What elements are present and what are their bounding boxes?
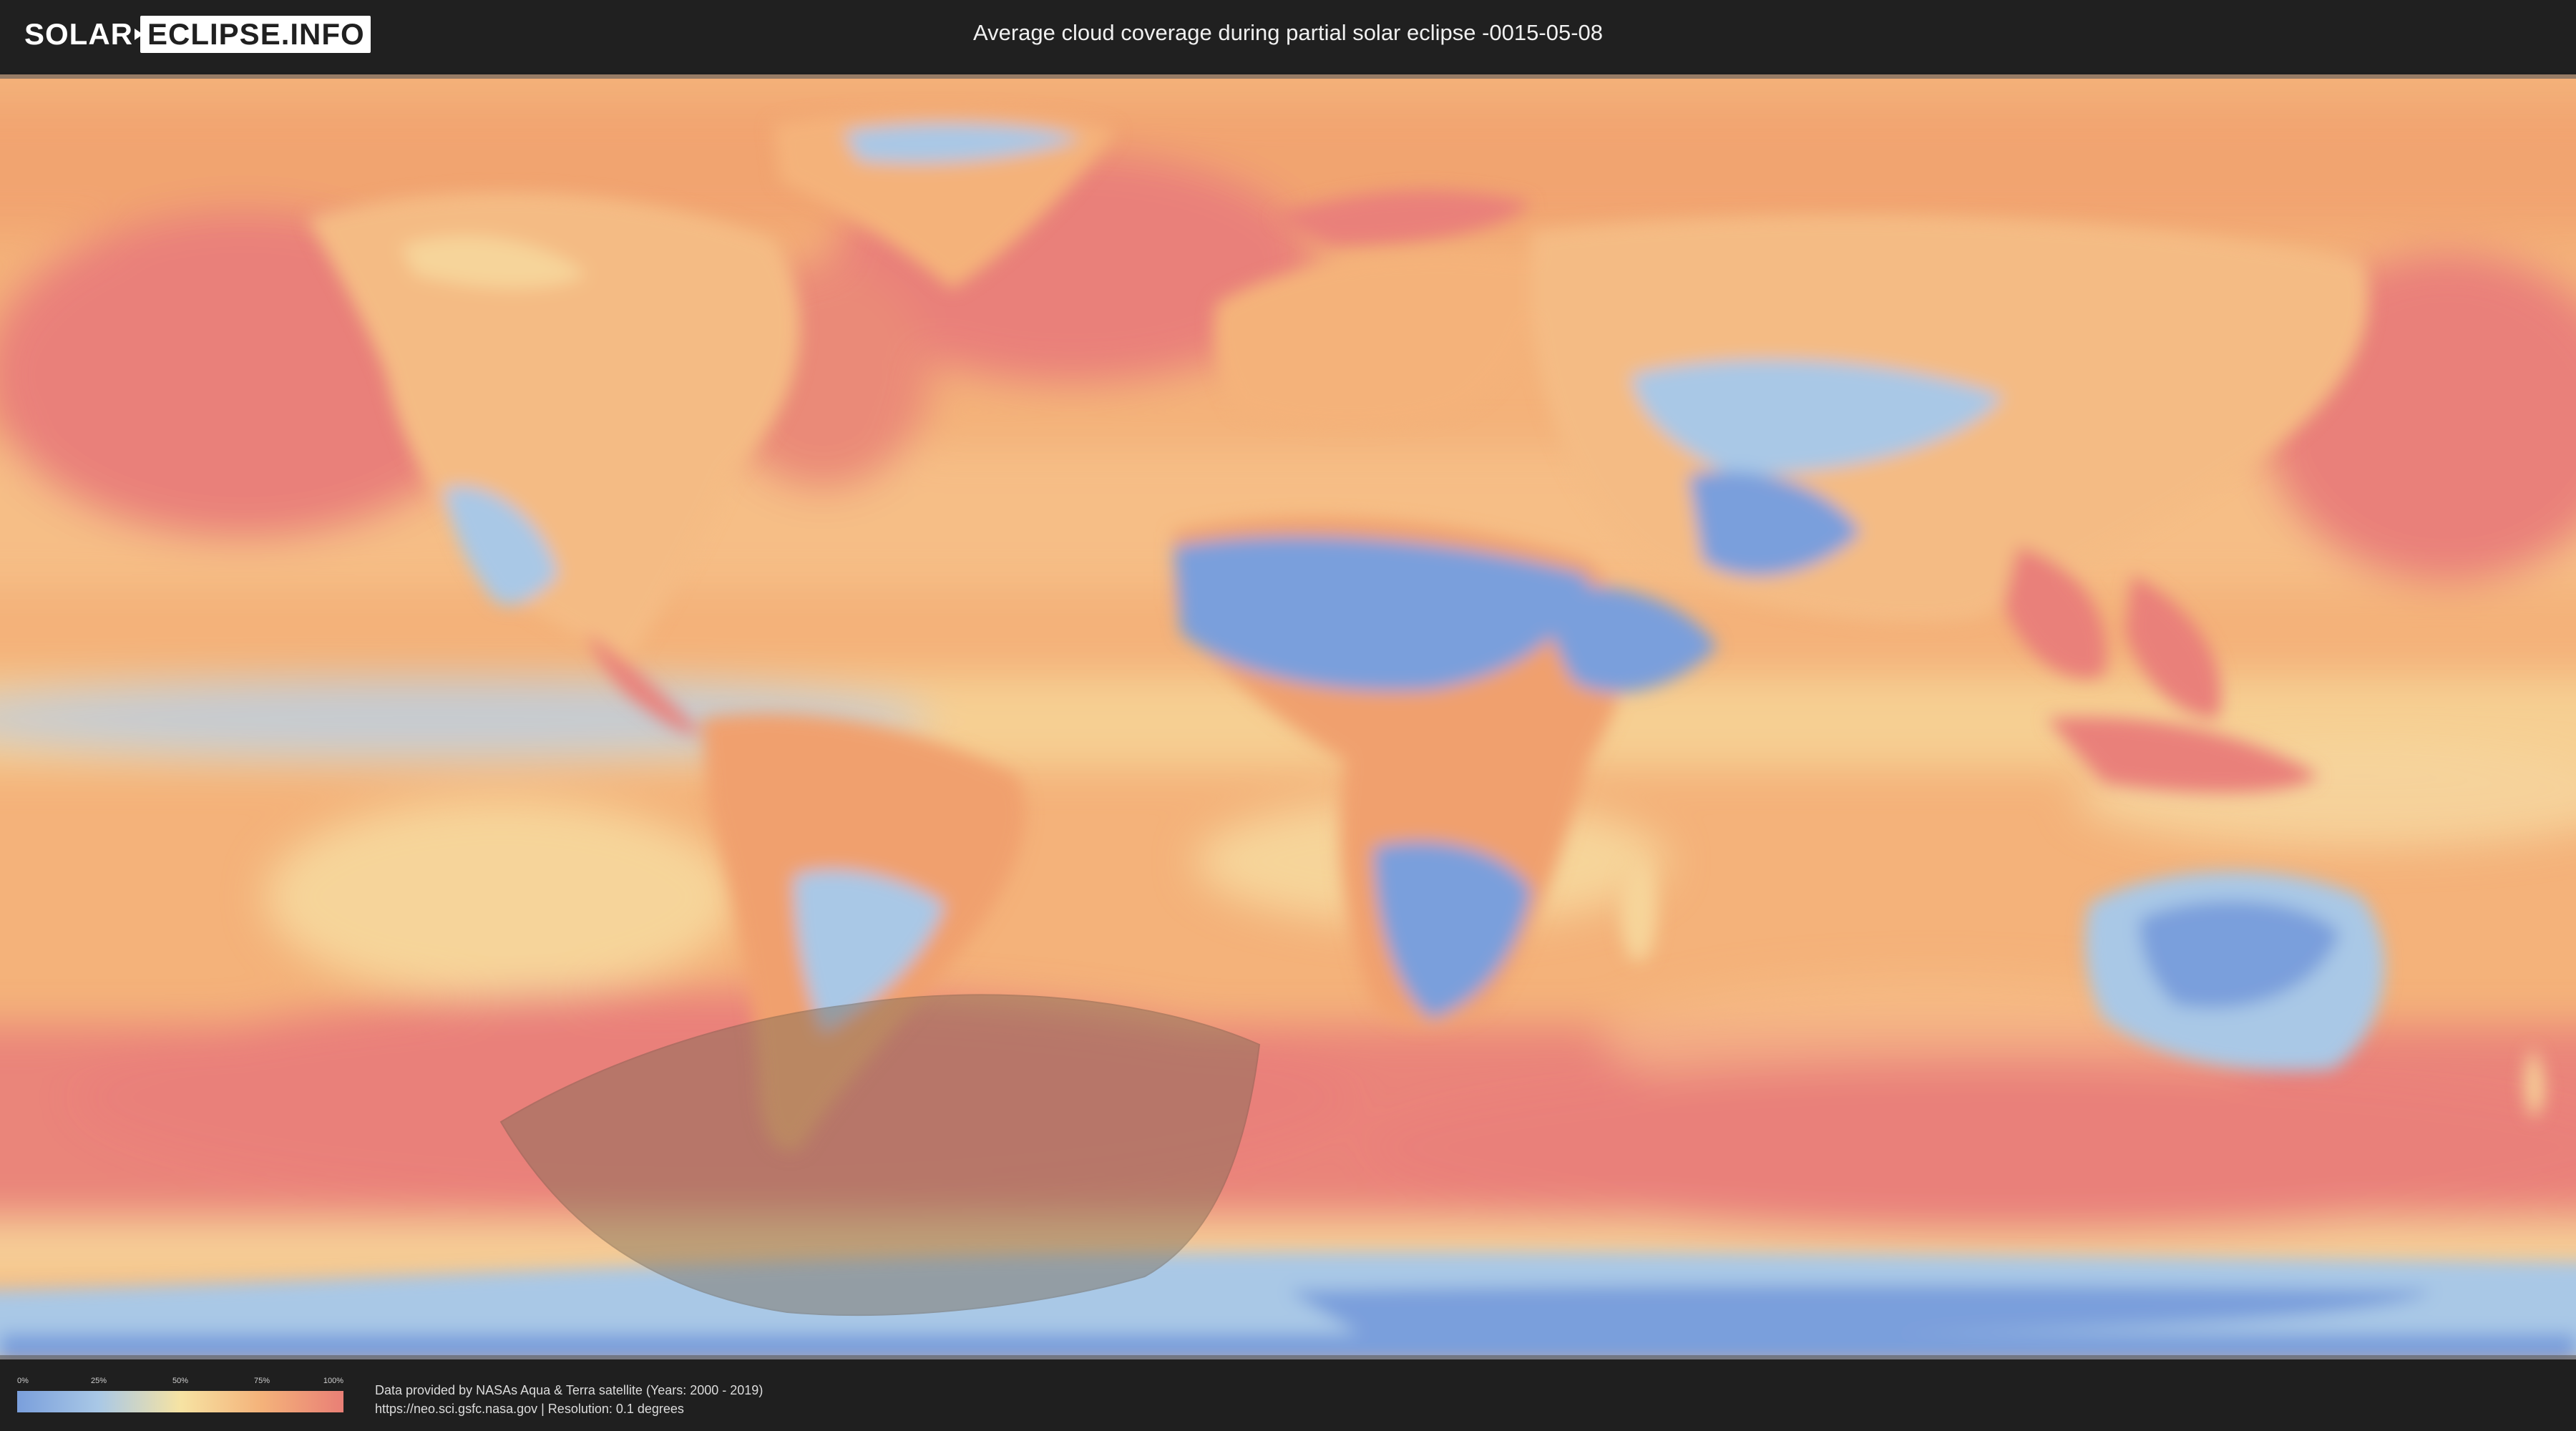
cloud-coverage-legend: 0% 25% 50% 75% 100% <box>17 1377 343 1412</box>
credits-line-url: https://neo.sci.gsfc.nasa.gov | Resoluti… <box>375 1402 684 1416</box>
header-bar: SOLAR ECLIPSE.INFO Average cloud coverag… <box>0 0 2576 72</box>
data-credits: Data provided by NASAs Aqua & Terra sate… <box>375 1381 763 1418</box>
cloud-coverage-map[interactable] <box>0 74 2576 1359</box>
world-map-icon <box>0 74 2576 1359</box>
footer-bar: 0% 25% 50% 75% 100% Data provided by NAS… <box>0 1359 2576 1431</box>
credits-line-source: Data provided by NASAs Aqua & Terra sate… <box>375 1383 763 1397</box>
legend-tick: 25% <box>90 1377 107 1385</box>
legend-color-bar <box>17 1391 343 1412</box>
legend-ticks: 0% 25% 50% 75% 100% <box>17 1377 343 1387</box>
legend-tick: 75% <box>253 1377 270 1385</box>
legend-tick: 50% <box>172 1377 189 1385</box>
map-top-edge <box>0 74 2576 79</box>
page-title: Average cloud coverage during partial so… <box>972 20 1604 45</box>
legend-tick: 0% <box>17 1377 29 1385</box>
legend-tick: 100% <box>323 1377 343 1385</box>
